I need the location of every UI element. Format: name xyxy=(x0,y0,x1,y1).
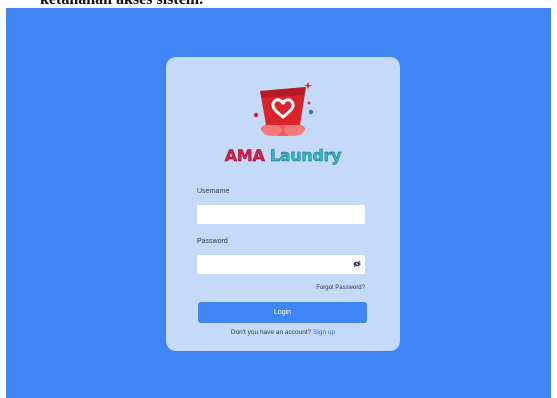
login-button[interactable]: Login xyxy=(198,302,367,323)
username-input[interactable] xyxy=(197,205,365,224)
eye-icon[interactable] xyxy=(353,260,361,268)
brand-part-ama: AMA xyxy=(224,146,265,165)
laundry-basket-heart-icon xyxy=(253,82,314,136)
username-label: Username xyxy=(197,188,230,195)
password-input[interactable] xyxy=(197,255,365,274)
forgot-password-link[interactable]: Forgot Password? xyxy=(316,285,365,291)
brand-name: AMA Laundry xyxy=(166,146,400,165)
signup-link[interactable]: Sign up xyxy=(313,329,335,336)
signup-prompt: Don't you have an account? Sign up xyxy=(166,329,400,336)
signup-prompt-text: Don't you have an account? xyxy=(230,329,312,336)
login-card: AMA Laundry Username Password Forgot Pas… xyxy=(166,57,400,351)
password-label: Password xyxy=(197,238,228,245)
brand-part-laundry: Laundry xyxy=(269,146,342,165)
login-screen: AMA Laundry Username Password Forgot Pas… xyxy=(6,8,551,398)
